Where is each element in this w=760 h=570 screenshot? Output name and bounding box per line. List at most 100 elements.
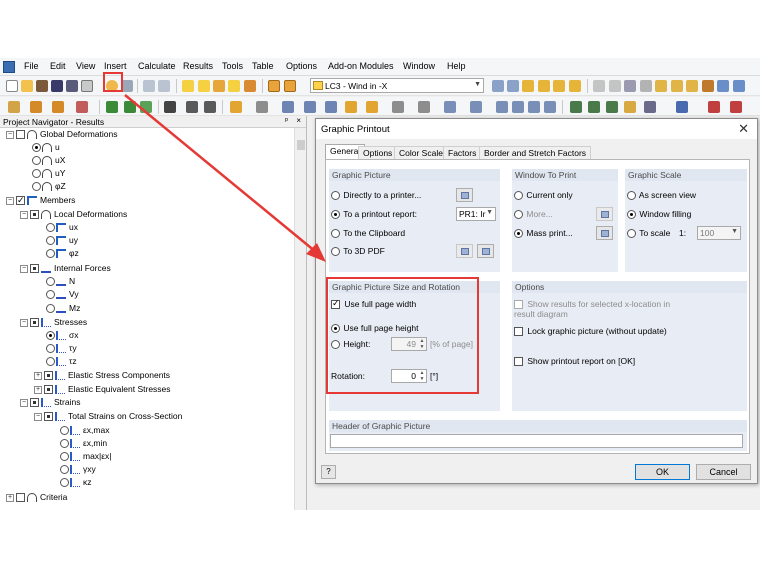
display-icon-7[interactable] [686,80,698,92]
tree-item-tau-z[interactable]: τz [46,355,77,368]
more-windows-button[interactable] [596,207,613,221]
radio-more[interactable]: More... [514,209,553,220]
navigator-scrollbar[interactable] [294,128,306,510]
support-icon[interactable] [76,101,88,113]
redo-icon[interactable] [158,80,170,92]
printout-report-select[interactable]: PR1: Ir ▼ [456,207,496,221]
menu-file[interactable]: File [24,61,39,71]
view-icon-2[interactable] [186,101,198,113]
radio-to-scale[interactable]: To scale [627,228,670,239]
display-icon-10[interactable] [733,80,745,92]
tool-icon-13[interactable] [512,101,524,113]
save-icon[interactable] [51,80,63,92]
loadcase-select[interactable]: LC3 - Wind in -X ▼ [310,78,484,93]
display-icon-6[interactable] [671,80,683,92]
menu-window[interactable]: Window [403,61,435,71]
tree-item-members[interactable]: −Members [6,194,75,207]
tree-item-sigma-x[interactable]: σx [46,329,79,342]
radio-to-3d-pdf[interactable]: To 3D PDF [331,246,385,257]
menu-edit[interactable]: Edit [50,61,66,71]
load-icon-1[interactable] [106,101,118,113]
scale-select[interactable]: 100 ▼ [697,226,741,240]
checkbox-show-report-on-ok[interactable]: Show printout report on [OK] [514,356,635,367]
tree-item-mz[interactable]: Mz [46,302,80,315]
view-icon-3[interactable] [204,101,216,113]
ok-button[interactable]: OK [635,464,690,480]
tool-icon-16[interactable] [570,101,582,113]
tree-item-local-deformations[interactable]: − Local Deformations [20,208,127,221]
save-all-icon[interactable] [66,80,78,92]
display-icon-5[interactable] [655,80,667,92]
tab-border-stretch[interactable]: Border and Stretch Factors [479,146,592,159]
open-model-icon[interactable] [36,80,48,92]
tree-item-max-abs-eps-x[interactable]: max|εx| [60,450,112,463]
display-icon-1[interactable] [593,80,605,92]
menu-view[interactable]: View [76,61,95,71]
result-icon-1[interactable] [182,80,194,92]
radio-directly-printer[interactable]: Directly to a printer... [331,190,421,201]
tree-item-tau-y[interactable]: τy [46,342,77,355]
panel-icon-1[interactable] [268,80,280,92]
tool-icon-12[interactable] [496,101,508,113]
tool-icon-18[interactable] [606,101,618,113]
printer-settings-button[interactable] [456,188,473,202]
app-icon[interactable] [3,61,15,73]
tree-item-phiz-global[interactable]: φZ [32,180,66,193]
tree-item-uy-local[interactable]: uy [46,234,78,247]
tree-item-elastic-stress-components[interactable]: + Elastic Stress Components [34,369,170,382]
result-icon-4[interactable] [228,80,240,92]
load-icon-3[interactable] [140,101,152,113]
checkbox-lock-picture[interactable]: Lock graphic picture (without update) [514,326,667,337]
display-icon-8[interactable] [702,80,714,92]
results-diagram-icon[interactable] [553,80,565,92]
tree-item-u[interactable]: u [32,141,60,154]
new-file-icon[interactable] [6,80,18,92]
tool-icon-1[interactable] [230,101,242,113]
tool-icon-3[interactable] [282,101,294,113]
tool-icon-8[interactable] [392,101,404,113]
tool-icon-11[interactable] [470,101,482,113]
open-folder-icon[interactable] [21,80,33,92]
tree-item-eps-x-max[interactable]: εx,max [60,424,109,437]
tree-item-eps-x-min[interactable]: εx,min [60,437,107,450]
results-section-icon[interactable] [569,80,581,92]
tree-item-gamma-xy[interactable]: γxy [60,463,96,476]
radio-to-clipboard[interactable]: To the Clipboard [331,228,405,239]
view-icon-1[interactable] [164,101,176,113]
display-icon-9[interactable] [717,80,729,92]
display-icon-3[interactable] [624,80,636,92]
tool-icon-2[interactable] [256,101,268,113]
tree-item-strains[interactable]: − Strains [20,396,80,409]
tree-item-kappa-z[interactable]: κz [60,476,92,489]
tab-options[interactable]: Options [358,146,398,159]
radio-current-only[interactable]: Current only [514,190,573,201]
menu-calculate[interactable]: Calculate [138,61,176,71]
mass-print-button[interactable] [596,226,613,240]
tree-item-vy[interactable]: Vy [46,288,79,301]
panel-icon-2[interactable] [284,80,296,92]
tab-color-scale[interactable]: Color Scale [394,146,448,159]
results-toggle-icon[interactable] [522,80,534,92]
member-icon[interactable] [52,101,64,113]
tool-icon-14[interactable] [528,101,540,113]
tool-icon-21[interactable] [676,101,688,113]
line-icon[interactable] [30,101,42,113]
tool-icon-17[interactable] [588,101,600,113]
tool-icon-9[interactable] [418,101,430,113]
menu-tools[interactable]: Tools [222,61,243,71]
tree-item-phiz-local[interactable]: φz [46,247,79,260]
tree-item-ux-local[interactable]: ux [46,221,78,234]
next-loadcase-icon[interactable] [507,80,519,92]
tree-item-internal-forces[interactable]: − Internal Forces [20,262,111,275]
result-icon-5[interactable] [244,80,256,92]
tree-item-ux-global[interactable]: uX [32,154,65,167]
menu-addon-modules[interactable]: Add-on Modules [328,61,394,71]
radio-window-filling[interactable]: Window filling [627,209,691,220]
tool-icon-19[interactable] [624,101,636,113]
menu-help[interactable]: Help [447,61,466,71]
menu-table[interactable]: Table [252,61,274,71]
tool-icon-20[interactable] [644,101,656,113]
help-button[interactable]: ? [321,465,336,479]
menu-insert[interactable]: Insert [104,61,127,71]
result-icon-3[interactable] [213,80,225,92]
